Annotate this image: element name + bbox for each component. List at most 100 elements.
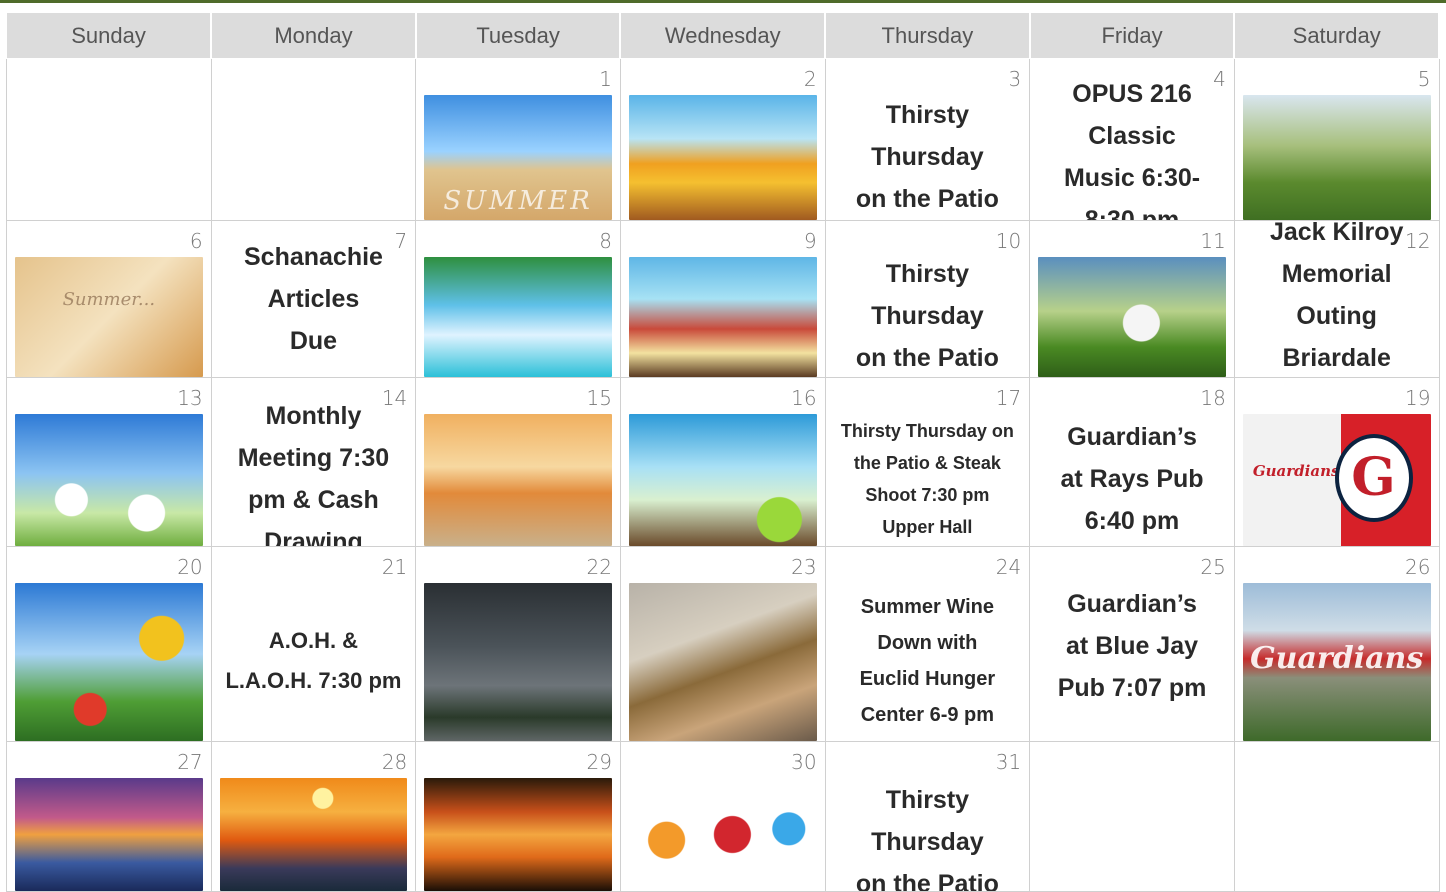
day-cell[interactable]: 21 A.O.H. & L.A.O.H. 7:30 pm	[210, 546, 417, 742]
week-row: 27 28 29 30 31 Thirsty Thursday on the P…	[6, 741, 1440, 892]
day-cell[interactable]: 24 Summer Wine Down with Euclid Hunger C…	[824, 546, 1031, 742]
day-cell[interactable]: 28	[210, 741, 417, 892]
day-cell[interactable]: 16	[619, 377, 826, 547]
week-row: 20 21 A.O.H. & L.A.O.H. 7:30 pm 22 23 24…	[6, 546, 1440, 742]
week-row: 13 14 Monthly Meeting 7:30 pm & Cash Dra…	[6, 377, 1440, 547]
day-number: 13	[177, 386, 203, 410]
day-number: 19	[1405, 386, 1431, 410]
day-number: 29	[586, 750, 612, 774]
stadium-wordmark: Guardians	[1250, 641, 1424, 676]
tropical-drink-photo	[628, 95, 817, 220]
beach-chairs-photo	[424, 414, 612, 546]
day-number: 15	[586, 386, 612, 410]
event-text: Jack Kilroy Memorial Outing Briardale Gr…	[1269, 220, 1404, 373]
day-cell[interactable]: 1 SUMMER	[415, 58, 621, 221]
event-text: Thirsty Thursday on the Patio	[855, 260, 999, 372]
day-cell[interactable]: 13	[6, 377, 212, 547]
day-cell[interactable]: 22	[415, 546, 621, 742]
day-cell[interactable]: 8	[415, 220, 621, 378]
day-number: 25	[1200, 555, 1226, 579]
day-number: 6	[189, 229, 203, 253]
daisies-photo	[15, 414, 203, 546]
mojito-photo	[628, 414, 817, 546]
day-number: 17	[995, 386, 1022, 410]
day-cell[interactable]: 2	[619, 58, 826, 221]
golfers-jumping-photo	[1242, 95, 1431, 220]
weekday-header: Saturday	[1233, 12, 1440, 59]
spring-flowers-photo	[15, 583, 203, 741]
empty-day-cell	[6, 58, 212, 221]
day-cell[interactable]: 9	[619, 220, 826, 378]
event-text: Thirsty Thursday on the Patio & Steak Sh…	[840, 421, 1014, 537]
day-number: 30	[791, 750, 817, 774]
calendar-grid: Sunday Monday Tuesday Wednesday Thursday…	[6, 12, 1440, 892]
weekday-header: Wednesday	[619, 12, 827, 59]
weekday-header: Thursday	[824, 12, 1031, 59]
day-cell[interactable]: 14 Monthly Meeting 7:30 pm & Cash Drawin…	[210, 377, 417, 547]
guardians-logo-image: Guardians G	[1242, 414, 1431, 546]
day-number: 5	[1417, 67, 1431, 91]
day-cell[interactable]: 6 Summer...	[6, 220, 212, 378]
day-cell[interactable]: 27	[6, 741, 212, 892]
pier-sunset-photo	[15, 778, 203, 891]
day-number: 22	[586, 555, 612, 579]
day-number: 16	[791, 386, 817, 410]
guardians-g-logo-icon: G	[1334, 434, 1413, 522]
day-number: 1	[599, 67, 612, 91]
day-cell[interactable]: 19 Guardians G	[1233, 377, 1440, 547]
weekday-header: Monday	[210, 12, 417, 59]
golf-ball-photo	[1038, 257, 1226, 377]
day-cell[interactable]: 23	[619, 546, 826, 742]
day-number: 24	[995, 555, 1022, 579]
event-text: Monthly Meeting 7:30 pm & Cash Drawing	[237, 402, 390, 547]
event-text: Guardian’s at Rays Pub 6:40 pm	[1060, 423, 1204, 535]
event-text: Thirsty Thursday on the Patio	[855, 785, 999, 892]
day-number: 26	[1405, 555, 1431, 579]
day-cell[interactable]: 5	[1233, 58, 1440, 221]
top-accent-bar	[0, 0, 1446, 3]
seashells-photo: Summer...	[15, 257, 203, 377]
event-text: Thirsty Thursday on the Patio	[855, 100, 999, 213]
day-cell[interactable]: 26 Guardians	[1233, 546, 1440, 742]
dining-table-photo	[628, 583, 817, 741]
day-cell[interactable]: 17 Thirsty Thursday on the Patio & Steak…	[824, 377, 1031, 547]
day-cell[interactable]: 25 Guardian’s at Blue Jay Pub 7:07 pm	[1029, 546, 1235, 742]
summer-sand-text: SUMMER	[443, 186, 593, 216]
day-number: 31	[995, 750, 1022, 774]
day-number: 4	[1213, 67, 1226, 91]
beach-cocktails-photo	[628, 257, 817, 377]
day-number: 3	[1008, 67, 1022, 91]
day-cell[interactable]: 18 Guardian’s at Rays Pub 6:40 pm	[1029, 377, 1235, 547]
day-number: 10	[995, 229, 1022, 253]
guardians-stadium-photo: Guardians	[1242, 583, 1431, 741]
day-number: 27	[177, 750, 203, 774]
day-number: 21	[381, 555, 408, 579]
day-number: 2	[803, 67, 817, 91]
day-cell[interactable]: 15	[415, 377, 621, 547]
empty-day-cell	[1029, 741, 1235, 892]
day-cell[interactable]: 31 Thirsty Thursday on the Patio	[824, 741, 1031, 892]
day-cell[interactable]: 4 OPUS 216 Classic Music 6:30-8:30 pm	[1029, 58, 1235, 221]
storm-clouds-photo	[424, 583, 612, 741]
day-cell[interactable]: 10 Thirsty Thursday on the Patio	[824, 220, 1031, 378]
colorful-cocktails-photo	[628, 778, 817, 891]
event-text: Summer Wine Down with Euclid Hunger Cent…	[859, 596, 996, 726]
day-cell[interactable]: 29	[415, 741, 621, 892]
event-text: A.O.H. & L.A.O.H. 7:30 pm	[225, 628, 402, 693]
day-cell[interactable]: 3 Thirsty Thursday on the Patio	[824, 58, 1031, 221]
day-number: 18	[1200, 386, 1226, 410]
day-cell[interactable]: 7 Schanachie Articles Due	[210, 220, 417, 378]
palm-sunset-photo	[424, 778, 612, 891]
day-number: 8	[599, 229, 612, 253]
day-number: 11	[1200, 229, 1226, 253]
weekday-header: Tuesday	[415, 12, 622, 59]
event-text: OPUS 216 Classic Music 6:30-8:30 pm	[1063, 79, 1201, 221]
day-cell[interactable]: 11	[1029, 220, 1235, 378]
day-cell[interactable]: 20	[6, 546, 212, 742]
day-cell[interactable]: 12 Jack Kilroy Memorial Outing Briardale…	[1233, 220, 1440, 378]
event-text: Guardian’s at Blue Jay Pub 7:07 pm	[1057, 590, 1207, 702]
weekday-header-row: Sunday Monday Tuesday Wednesday Thursday…	[6, 12, 1440, 59]
week-row: 1 SUMMER 2 3 Thirsty Thursday on the Pat…	[6, 58, 1440, 221]
empty-day-cell	[210, 58, 417, 221]
day-cell[interactable]: 30	[619, 741, 826, 892]
